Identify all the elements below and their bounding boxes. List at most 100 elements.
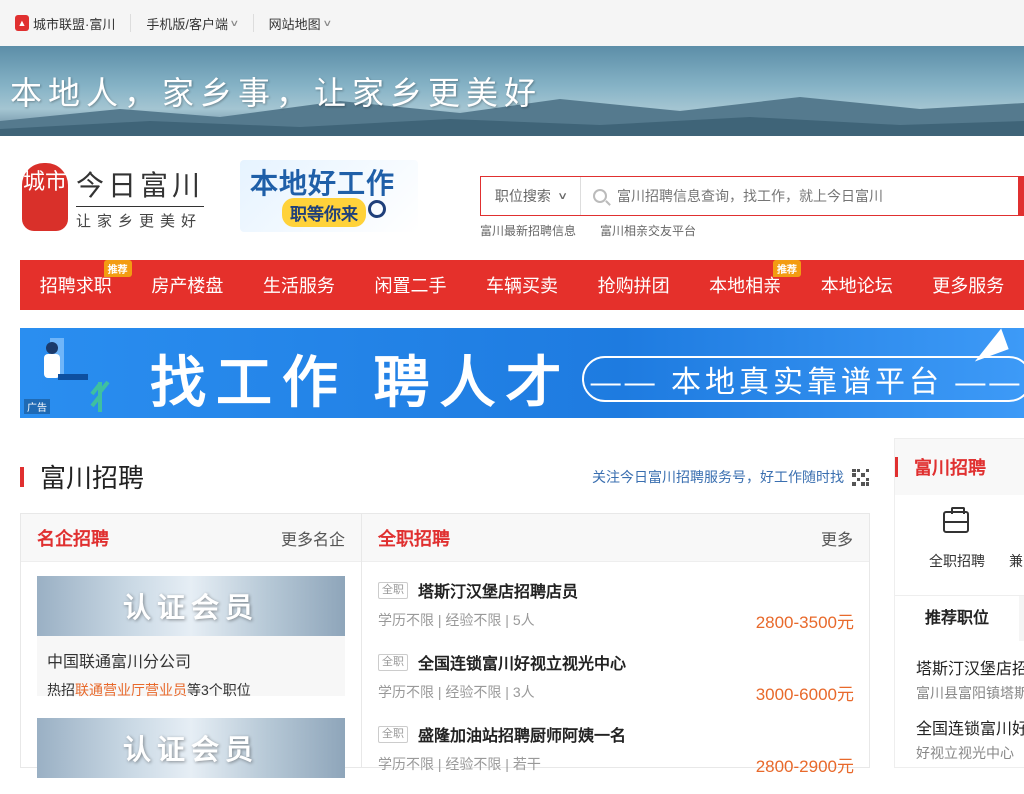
nav-label: 招聘求职: [40, 276, 112, 296]
accent-bar: [20, 467, 24, 487]
job-info: 学历不限 | 经验不限 | 3人: [378, 682, 535, 702]
banner-slogan: 本地人，家乡事，让家乡更美好: [10, 68, 542, 114]
hot-role[interactable]: 联通营业厅营业员: [75, 682, 187, 698]
sidebar-job-title: 塔斯汀汉堡店招: [916, 655, 1024, 679]
search-input[interactable]: [617, 188, 1018, 204]
search-category-label: 职位搜索: [495, 186, 551, 206]
promo-line2: 职等你来: [282, 198, 366, 227]
sidebar-job-item[interactable]: 塔斯汀汉堡店招 富川县富阳镇塔斯: [916, 655, 1024, 703]
promo-jobs-banner[interactable]: 本地好工作 职等你来: [240, 160, 418, 232]
qrcode-icon: [852, 469, 869, 486]
nav-label: 房产楼盘: [151, 276, 223, 296]
job-salary: 3000-6000元: [756, 680, 854, 705]
search-category-select[interactable]: 职位搜索 ∨: [481, 177, 581, 215]
sidebar-title: 富川招聘: [914, 454, 986, 480]
ad-headline: 找工作 聘人才: [150, 338, 572, 418]
nav-item-more[interactable]: 更多服务: [913, 272, 1024, 298]
main-nav: 招聘求职推荐 房产楼盘 生活服务 闲置二手 车辆买卖 抢购拼团 本地相亲推荐 本…: [20, 260, 1024, 310]
nav-label: 闲置二手: [374, 276, 446, 296]
company-card[interactable]: 认证会员: [37, 718, 345, 778]
location-icon: ▲: [15, 15, 29, 31]
nav-label: 车辆买卖: [486, 276, 558, 296]
job-item[interactable]: 全职塔斯汀汉堡店招聘店员 学历不限 | 经验不限 | 5人 2800-3500元: [378, 578, 854, 650]
chevron-down-icon: ∨: [322, 18, 332, 29]
ad-banner[interactable]: 找工作 聘人才 —— 本地真实靠谱平台 —— 广告: [20, 328, 1024, 418]
nav-item-housing[interactable]: 房产楼盘: [132, 272, 244, 298]
search-icon: [593, 189, 607, 203]
chevron-down-icon: ∨: [557, 191, 568, 202]
section-title: 富川招聘: [40, 458, 144, 495]
section-heading: 富川招聘: [20, 458, 144, 495]
nav-item-dating[interactable]: 本地相亲推荐: [689, 272, 801, 298]
logo-tagline: 让家乡更美好: [76, 210, 204, 231]
panel-title: 全职招聘: [378, 525, 450, 551]
panel-title: 名企招聘: [37, 525, 109, 551]
promo-line1: 本地好工作: [250, 162, 395, 202]
nav-item-jobs[interactable]: 招聘求职推荐: [20, 272, 132, 298]
job-title[interactable]: 盛隆加油站招聘厨师阿姨一名: [418, 722, 626, 746]
sidebar-fulltime-link[interactable]: 全职招聘: [929, 551, 985, 571]
tab-recommended[interactable]: 推荐职位: [895, 596, 1019, 642]
sidebar-job-sub: 富川县富阳镇塔斯: [916, 683, 1024, 703]
sidebar-recruit-panel: 富川招聘 全职招聘 兼 推荐职位 塔斯汀汉堡店招 富川县富阳镇塔斯 全国连锁富川…: [894, 438, 1024, 768]
sidebar-job-sub: 好视立视光中心: [916, 743, 1024, 763]
hot-suffix: 等3个职位: [187, 682, 251, 698]
recommend-badge: 推荐: [104, 260, 132, 277]
nav-item-forum[interactable]: 本地论坛: [801, 272, 913, 298]
briefcase-icon[interactable]: [943, 511, 969, 533]
hot-link[interactable]: 富川相亲交友平台: [600, 222, 696, 239]
site-logo[interactable]: 城市 今日富川 让家乡更美好: [22, 163, 204, 231]
job-item[interactable]: 全职盛隆加油站招聘厨师阿姨一名 学历不限 | 经验不限 | 若干 2800-29…: [378, 722, 854, 794]
hot-links: 富川最新招聘信息 富川相亲交友平台: [480, 222, 696, 239]
nav-label: 生活服务: [263, 276, 335, 296]
header-banner: 本地人，家乡事，让家乡更美好: [0, 46, 1024, 136]
nav-label: 本地相亲: [709, 276, 781, 296]
job-info: 学历不限 | 经验不限 | 5人: [378, 610, 535, 630]
mobile-label: 手机版/客户端: [146, 14, 228, 33]
job-item[interactable]: 全职全国连锁富川好视立视光中心 学历不限 | 经验不限 | 3人 3000-60…: [378, 650, 854, 722]
recommend-badge: 推荐: [773, 260, 801, 277]
nav-item-life[interactable]: 生活服务: [243, 272, 355, 298]
sidebar-parttime-link[interactable]: 兼: [1009, 551, 1023, 571]
city-label: 城市联盟·富川: [33, 14, 115, 33]
sidebar-job-title: 全国连锁富川好: [916, 715, 1024, 739]
city-switch[interactable]: ▲城市联盟·富川: [0, 14, 131, 32]
more-fulltime-link[interactable]: 更多: [821, 526, 853, 550]
nav-item-secondhand[interactable]: 闲置二手: [355, 272, 467, 298]
search-bar: 职位搜索 ∨: [480, 176, 1024, 216]
hot-link[interactable]: 富川最新招聘信息: [480, 222, 576, 239]
nav-item-groupbuy[interactable]: 抢购拼团: [578, 272, 690, 298]
magnifier-icon: [368, 200, 386, 218]
accent-bar: [895, 457, 898, 477]
mobile-link[interactable]: 手机版/客户端∨: [131, 14, 253, 32]
hot-prefix: 热招: [47, 682, 75, 698]
job-info: 学历不限 | 经验不限 | 若干: [378, 754, 541, 774]
fulltime-panel: 全职招聘 更多 全职塔斯汀汉堡店招聘店员 学历不限 | 经验不限 | 5人 28…: [361, 513, 870, 768]
company-name: 中国联通富川分公司: [47, 648, 335, 672]
nav-label: 本地论坛: [821, 276, 893, 296]
nav-label: 更多服务: [932, 276, 1004, 296]
follow-text: 关注今日富川招聘服务号，好工作随时找: [592, 467, 844, 487]
ad-tag: 广告: [24, 399, 50, 414]
search-button[interactable]: [1018, 176, 1024, 216]
sitemap-link[interactable]: 网站地图∨: [254, 14, 346, 32]
follow-link[interactable]: 关注今日富川招聘服务号，好工作随时找: [592, 467, 869, 487]
logo-name: 今日富川: [76, 164, 204, 207]
ad-pill: —— 本地真实靠谱平台 ——: [582, 356, 1024, 402]
job-title[interactable]: 全国连锁富川好视立视光中心: [418, 650, 626, 674]
logo-seal: 城市: [22, 163, 68, 231]
job-salary: 2800-3500元: [756, 608, 854, 633]
job-type-tag: 全职: [378, 726, 408, 743]
top-bar: ▲城市联盟·富川 手机版/客户端∨ 网站地图∨: [0, 0, 1024, 46]
job-type-tag: 全职: [378, 582, 408, 599]
chevron-down-icon: ∨: [229, 18, 239, 29]
certified-banner: 认证会员: [37, 576, 345, 636]
nav-item-vehicles[interactable]: 车辆买卖: [466, 272, 578, 298]
job-title[interactable]: 塔斯汀汉堡店招聘店员: [418, 578, 578, 602]
sidebar-tabs: 推荐职位: [895, 595, 1024, 641]
company-card[interactable]: 认证会员 中国联通富川分公司 热招联通营业厅营业员等3个职位: [37, 576, 345, 696]
nav-label: 抢购拼团: [598, 276, 670, 296]
more-famous-link[interactable]: 更多名企: [281, 526, 345, 550]
sidebar-job-item[interactable]: 全国连锁富川好 好视立视光中心: [916, 715, 1024, 763]
job-salary: 2800-2900元: [756, 752, 854, 777]
